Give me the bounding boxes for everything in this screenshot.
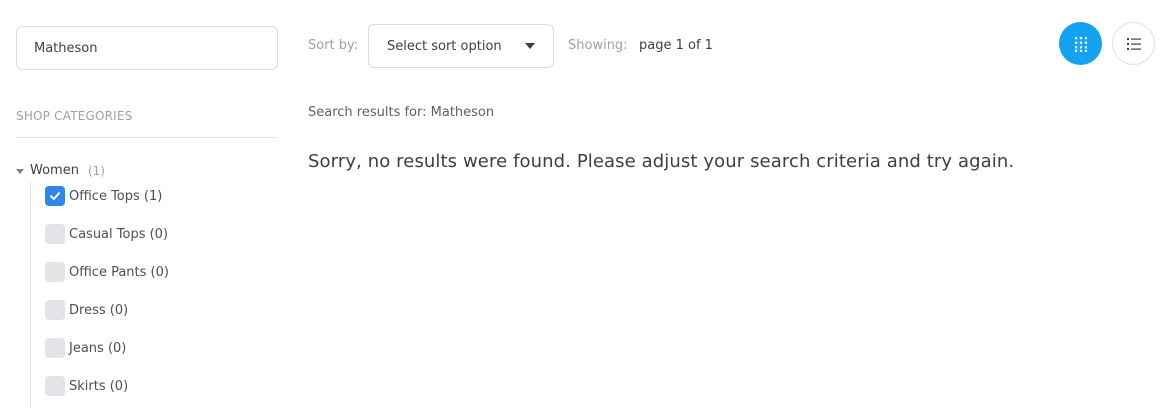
sort-select[interactable]: Select sort option (368, 24, 554, 68)
list-view-icon (1126, 37, 1141, 50)
checkbox[interactable] (45, 338, 65, 358)
no-results-message: Sorry, no results were found. Please adj… (308, 151, 1015, 172)
subcategory-office-tops[interactable]: Office Tops (1) (45, 186, 169, 206)
tree-line (30, 182, 31, 408)
check-icon (50, 192, 60, 200)
checkbox[interactable] (45, 224, 65, 244)
grid-view-button[interactable] (1059, 22, 1102, 65)
page-indicator: page 1 of 1 (639, 38, 713, 53)
sort-label: Sort by: (308, 38, 359, 53)
subcategory-label: Office Tops (1) (69, 188, 163, 204)
grid-view-icon (1074, 36, 1087, 52)
category-count: (1) (87, 163, 105, 178)
shop-categories-heading: SHOP CATEGORIES (16, 109, 133, 123)
chevron-down-icon (525, 43, 535, 49)
sort-select-value: Select sort option (387, 38, 502, 54)
subcategory-label: Casual Tops (0) (69, 226, 169, 242)
subcategory-label: Jeans (0) (69, 340, 127, 356)
showing-label: Showing: (568, 38, 628, 53)
subcategory-office-pants[interactable]: Office Pants (0) (45, 262, 169, 282)
checkbox-checked[interactable] (45, 186, 65, 206)
subcategory-dress[interactable]: Dress (0) (45, 300, 169, 320)
checkbox[interactable] (45, 300, 65, 320)
subcategory-list: Office Tops (1) Casual Tops (0) Office P… (45, 186, 169, 408)
list-view-button[interactable] (1112, 22, 1155, 65)
subcategory-label: Office Pants (0) (69, 264, 169, 280)
search-input[interactable] (16, 26, 278, 70)
divider (16, 137, 278, 138)
subcategory-skirts[interactable]: Skirts (0) (45, 376, 169, 396)
shop-page: SHOP CATEGORIES Women (1) Office Tops (1… (0, 0, 1169, 408)
subcategory-label: Skirts (0) (69, 378, 129, 394)
subcategory-label: Dress (0) (69, 302, 129, 318)
search-results-label: Search results for: Matheson (308, 105, 495, 120)
category-label: Women (30, 163, 79, 178)
checkbox[interactable] (45, 262, 65, 282)
caret-down-icon (16, 168, 24, 174)
subcategory-jeans[interactable]: Jeans (0) (45, 338, 169, 358)
checkbox[interactable] (45, 376, 65, 396)
subcategory-casual-tops[interactable]: Casual Tops (0) (45, 224, 169, 244)
category-women[interactable]: Women (1) (16, 163, 105, 178)
